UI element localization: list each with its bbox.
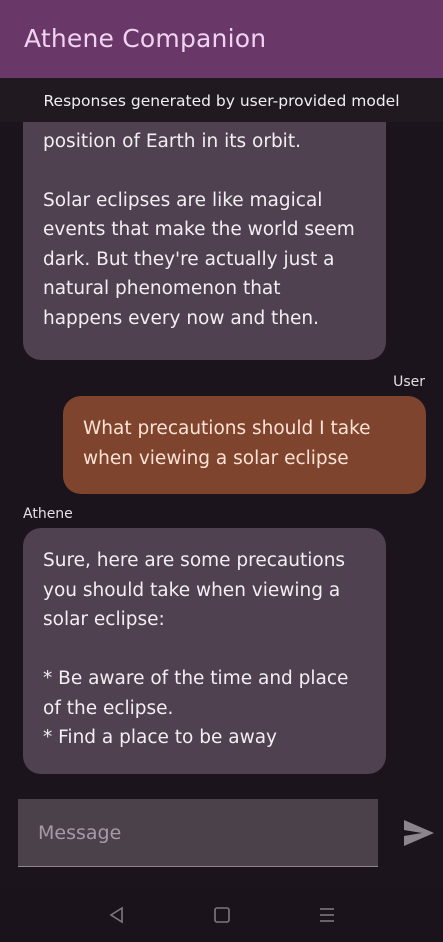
home-square-icon[interactable] bbox=[209, 902, 235, 928]
sender-label-user: User bbox=[393, 374, 425, 390]
chat-screen: Athene Companion Responses generated by … bbox=[0, 0, 443, 942]
message-list[interactable]: or longer, depending on the position of … bbox=[0, 122, 443, 794]
message-input[interactable] bbox=[18, 799, 378, 866]
user-message: What precautions should I take when view… bbox=[63, 396, 426, 494]
assistant-message: or longer, depending on the position of … bbox=[23, 122, 386, 360]
app-title: Athene Companion bbox=[24, 24, 267, 53]
message-composer[interactable] bbox=[18, 799, 378, 867]
back-triangle-icon[interactable] bbox=[104, 902, 130, 928]
assistant-message: Sure, here are some precautions you shou… bbox=[23, 528, 386, 774]
system-navigation-bar bbox=[0, 888, 443, 942]
app-bar: Athene Companion bbox=[0, 0, 443, 78]
send-icon[interactable] bbox=[402, 818, 436, 848]
menu-lines-icon[interactable] bbox=[314, 902, 340, 928]
model-notice-banner: Responses generated by user-provided mod… bbox=[0, 78, 443, 122]
sender-label-athene: Athene bbox=[23, 506, 73, 522]
